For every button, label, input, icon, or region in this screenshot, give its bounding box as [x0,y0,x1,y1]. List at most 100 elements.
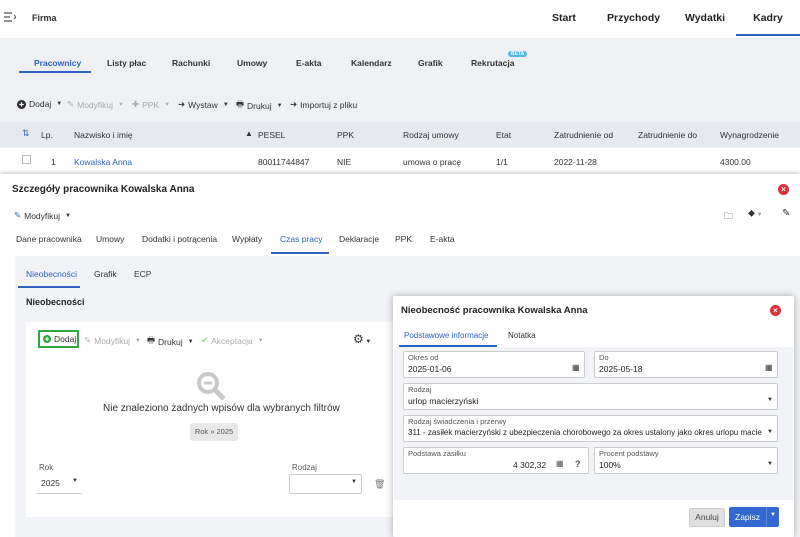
benefit-base-value: 4 302,32 [513,460,547,470]
nav-start[interactable]: Start [552,12,576,24]
menu-collapse-icon[interactable] [4,12,16,22]
edit-icon: ✎ [84,335,92,345]
tab-grafik-det[interactable]: Grafik [94,269,117,279]
absence-print-label: Drukuj [158,337,183,347]
section-title: Nieobecności [26,297,85,307]
cancel-button[interactable]: Anuluj [689,508,725,527]
print-button[interactable]: 🖶 Drukuj ▼ [236,99,283,113]
tab-dane-pracownika[interactable]: Dane pracownika [16,234,82,244]
modify-button[interactable]: ✎ Modyfikuj ▼ [67,99,124,110]
cell-name[interactable]: Kowalska Anna [74,157,132,167]
details-title: Szczegóły pracownika Kowalska Anna [12,184,195,195]
filter-chip[interactable]: Rok » 2025 [190,423,238,441]
company-label[interactable]: Firma [32,13,57,23]
tab-underline [271,252,329,254]
year-value: 2025 [41,478,60,488]
tab-e-akta[interactable]: E-akta [296,58,322,68]
add-button[interactable]: Dodaj ▼ [17,99,62,109]
col-ppk[interactable]: PPK [337,130,354,140]
absence-modify-button[interactable]: ✎ Modyfikuj ▼ [84,335,141,346]
row-checkbox[interactable] [22,155,31,164]
nav-wydatki[interactable]: Wydatki [685,12,725,24]
tab-e-akta-det[interactable]: E-akta [430,234,455,244]
base-percent-label: Procent podstawy [599,449,659,458]
tab-note[interactable]: Notatka [508,331,536,340]
issue-button-label: Wystaw [188,99,218,110]
tab-wyplaty[interactable]: Wypłaty [232,234,262,244]
edit-icon: ✎ [67,99,75,109]
save-dropdown-icon[interactable]: ▼ [770,512,776,518]
modify-button-label: Modyfikuj [77,99,114,110]
year-label: Rok [39,463,54,472]
col-from[interactable]: Zatrudnienie od [554,130,613,140]
absence-close-icon[interactable]: × [770,305,781,316]
save-label: Zapisz [735,512,761,522]
tab-pracownicy[interactable]: Pracownicy [34,58,81,68]
col-name[interactable]: Nazwisko i imię [74,130,133,140]
col-contract[interactable]: Rodzaj umowy [403,130,459,140]
tab-underline [19,71,91,73]
tab-ecp[interactable]: ECP [134,269,151,279]
col-pesel[interactable]: PESEL [258,130,285,140]
calendar-icon[interactable]: ▦ [572,363,580,372]
tag-icon[interactable]: ⬥ ▼ [748,208,763,219]
search-zoom-icon [195,370,227,402]
folder-icon[interactable]: 🗀 [724,209,733,225]
tab-czas-pracy[interactable]: Czas pracy [280,234,323,244]
col-to[interactable]: Zatrudnienie do [638,130,697,140]
date-to-label: Do [599,353,609,362]
settings-gears-icon[interactable]: ⚙ ▼ [353,332,371,346]
import-arrow-icon: ➜ [290,99,298,109]
tab-ppk-det[interactable]: PPK [395,234,412,244]
date-from-value: 2025-01-06 [408,364,452,374]
details-modify-button[interactable]: ✎ Modyfikuj ▼ [14,210,71,221]
plus-circle-icon [17,99,26,109]
cell-etat: 1/1 [496,157,508,167]
absence-modify-label: Modyfikuj [94,335,131,346]
tab-grafik[interactable]: Grafik [418,58,443,68]
tab-basic-info[interactable]: Podstawowe informacje [404,331,488,340]
tab-nieobecnosci[interactable]: Nieobecności [26,269,77,279]
ppk-button[interactable]: ✚ PPK ▼ [132,99,170,110]
absence-add-button[interactable]: Dodaj [38,330,79,348]
col-etat[interactable]: Etat [496,130,511,140]
type-label: Rodzaj [292,463,317,472]
add-button-label: Dodaj [29,99,52,109]
absence-print-button[interactable]: 🖶 Drukuj ▼ [147,335,194,349]
nav-kadry[interactable]: Kadry [736,12,800,36]
cell-lp: 1 [51,157,56,167]
type-select[interactable]: ▼ [289,474,362,494]
accept-button[interactable]: ✔ Akceptacja ▼ [201,335,264,346]
tab-kalendarz[interactable]: Kalendarz [351,58,392,68]
check-circle-icon: ✔ [201,335,209,345]
chevron-down-icon: ▼ [767,461,773,467]
tab-umowy-det[interactable]: Umowy [96,234,124,244]
plus-circle-icon [43,335,51,343]
col-salary[interactable]: Wynagrodzenie [720,130,779,140]
tab-rachunki[interactable]: Rachunki [172,58,210,68]
cell-contract: umowa o pracę [403,157,462,167]
details-close-icon[interactable]: × [778,184,789,195]
benefit-type-value: 311 - zasiłek macierzyński z ubezpieczen… [408,428,762,437]
issue-button[interactable]: ➜ Wystaw ▼ [178,99,229,110]
benefit-base-label: Podstawa zasiłku [408,449,466,458]
help-icon[interactable]: ? [575,459,581,469]
calculator-icon[interactable]: ▦ [556,459,564,468]
col-lp[interactable]: Lp. [41,130,53,140]
beta-badge: BETA [508,51,528,57]
nav-przychody[interactable]: Przychody [607,12,660,24]
tab-listy-plac[interactable]: Listy płac [107,58,146,68]
year-select[interactable]: 2025 ▼ [36,474,82,494]
tab-umowy[interactable]: Umowy [237,58,267,68]
trash-icon[interactable]: 🗑 [374,479,385,490]
pencil-icon[interactable]: ✎ [782,208,790,219]
import-button[interactable]: ➜ Importuj z pliku [290,99,357,110]
swap-columns-icon[interactable]: ⇅ [22,128,30,139]
base-percent-value: 100% [599,460,621,470]
sort-asc-icon[interactable]: ▲ [245,129,253,138]
tab-rekrutacja[interactable]: Rekrutacja [471,58,514,68]
tab-deklaracje[interactable]: Deklaracje [339,234,379,244]
calendar-icon[interactable]: ▦ [765,363,773,372]
tab-dodatki[interactable]: Dodatki i potrącenia [142,234,217,244]
printer-icon: 🖶 [236,99,245,109]
